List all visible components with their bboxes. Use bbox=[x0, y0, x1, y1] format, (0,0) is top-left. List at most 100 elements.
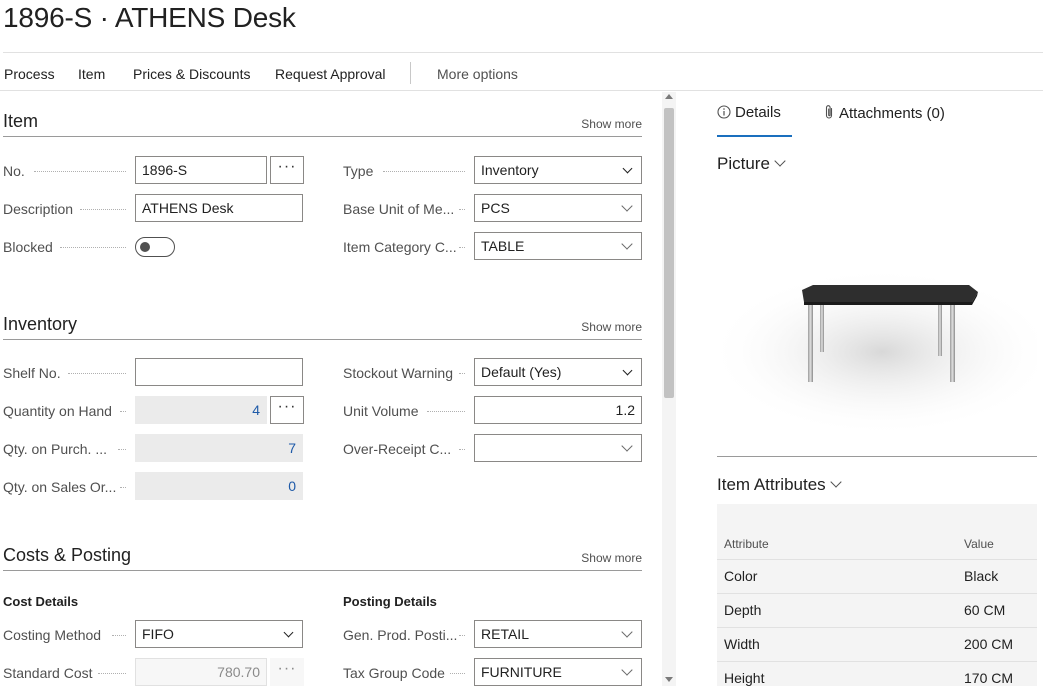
leader-dots bbox=[118, 449, 126, 450]
leader-dots bbox=[68, 373, 126, 374]
item-category-select[interactable]: TABLE bbox=[474, 232, 642, 260]
info-icon bbox=[717, 105, 731, 123]
field-label-stockout-warning: Stockout Warning bbox=[343, 365, 453, 381]
picture-factbox-title[interactable]: Picture bbox=[717, 154, 786, 174]
section-costs-header: Costs & Posting Show more bbox=[3, 545, 642, 571]
table-row[interactable]: Width 200 CM bbox=[717, 628, 1037, 662]
shelf-no-field[interactable] bbox=[135, 358, 303, 386]
section-costs-show-more[interactable]: Show more bbox=[581, 551, 642, 565]
description-field[interactable]: ATHENS Desk bbox=[135, 194, 303, 222]
type-select[interactable]: Inventory bbox=[474, 156, 642, 184]
scroll-down-arrow-icon[interactable] bbox=[665, 677, 673, 682]
attribute-name: Color bbox=[724, 568, 758, 584]
field-label-unit-volume: Unit Volume bbox=[343, 403, 419, 419]
unit-volume-field[interactable]: 1.2 bbox=[474, 396, 642, 424]
column-header-attribute[interactable]: Attribute bbox=[724, 537, 769, 551]
leader-dots bbox=[459, 635, 465, 636]
stockout-warning-select[interactable]: Default (Yes) bbox=[474, 358, 642, 386]
action-prices-discounts[interactable]: Prices & Discounts bbox=[133, 66, 250, 82]
chevron-down-icon bbox=[774, 155, 786, 167]
qty-on-sales-field[interactable]: 0 bbox=[135, 472, 303, 500]
attribute-name: Width bbox=[724, 636, 760, 652]
item-attributes-table: Attribute Value Color Black Depth 60 CM … bbox=[717, 504, 1037, 686]
tab-attachments-label: Attachments (0) bbox=[839, 105, 945, 122]
section-item-show-more[interactable]: Show more bbox=[581, 117, 642, 131]
field-label-qty-on-sales: Qty. on Sales Or... bbox=[3, 479, 117, 495]
item-attributes-title-text: Item Attributes bbox=[717, 475, 826, 494]
action-process[interactable]: Process bbox=[4, 66, 55, 82]
tab-active-indicator bbox=[717, 135, 792, 137]
tab-attachments[interactable]: Attachments (0) bbox=[823, 104, 945, 124]
scroll-up-arrow-icon[interactable] bbox=[665, 94, 673, 99]
action-more-options[interactable]: More options bbox=[437, 66, 518, 82]
tab-details[interactable]: Details bbox=[717, 104, 781, 123]
qty-on-hand-lookup-button[interactable]: ··· bbox=[270, 396, 304, 424]
no-lookup-button[interactable]: ··· bbox=[270, 156, 304, 184]
field-label-over-receipt: Over-Receipt C... bbox=[343, 441, 452, 457]
costing-method-select[interactable]: FIFO bbox=[135, 620, 303, 648]
action-item[interactable]: Item bbox=[78, 66, 105, 82]
field-label-blocked: Blocked bbox=[3, 239, 53, 255]
attribute-name: Depth bbox=[724, 602, 762, 618]
table-header-row: Attribute Value bbox=[717, 504, 1037, 560]
section-inventory-show-more[interactable]: Show more bbox=[581, 320, 642, 334]
leader-dots bbox=[427, 411, 465, 412]
attribute-value: 200 CM bbox=[964, 636, 1014, 652]
qty-on-hand-field[interactable]: 4 bbox=[135, 396, 267, 424]
item-card-content: Item Show more No. 1896-S ··· Descriptio… bbox=[0, 92, 662, 686]
leader-dots bbox=[450, 673, 465, 674]
standard-cost-field[interactable]: 780.70 bbox=[135, 658, 267, 686]
item-picture[interactable] bbox=[707, 192, 1043, 442]
item-attributes-title[interactable]: Item Attributes bbox=[717, 475, 842, 495]
blocked-toggle[interactable] bbox=[135, 237, 175, 257]
tab-details-label: Details bbox=[735, 104, 781, 121]
base-unit-select[interactable]: PCS bbox=[474, 194, 642, 222]
section-item-title: Item bbox=[3, 111, 39, 131]
field-label-standard-cost: Standard Cost bbox=[3, 665, 93, 681]
qty-on-purch-field[interactable]: 7 bbox=[135, 434, 303, 462]
leader-dots bbox=[98, 673, 126, 674]
leader-dots bbox=[383, 171, 465, 172]
column-header-value[interactable]: Value bbox=[964, 537, 994, 551]
leader-dots bbox=[459, 373, 465, 374]
gen-prod-posting-select[interactable]: RETAIL bbox=[474, 620, 642, 648]
standard-cost-lookup-button[interactable]: ··· bbox=[270, 658, 304, 686]
action-separator bbox=[410, 62, 411, 84]
field-label-tax-group: Tax Group Code bbox=[343, 665, 445, 681]
no-field[interactable]: 1896-S bbox=[135, 156, 267, 184]
page-title: 1896-S · ATHENS Desk bbox=[3, 2, 296, 33]
attribute-name: Height bbox=[724, 670, 765, 686]
scroll-thumb[interactable] bbox=[664, 108, 674, 398]
field-label-no: No. bbox=[3, 163, 25, 179]
attribute-value: 60 CM bbox=[964, 602, 1006, 618]
over-receipt-select[interactable] bbox=[474, 434, 642, 462]
tax-group-select[interactable]: FURNITURE bbox=[474, 658, 642, 686]
action-request-approval[interactable]: Request Approval bbox=[275, 66, 386, 82]
desk-image bbox=[707, 192, 1043, 442]
content-scrollbar[interactable] bbox=[662, 92, 676, 686]
leader-dots bbox=[34, 171, 126, 172]
section-costs-title: Costs & Posting bbox=[3, 545, 132, 565]
field-label-shelf-no: Shelf No. bbox=[3, 365, 61, 381]
field-label-qty-on-hand: Quantity on Hand bbox=[3, 403, 112, 419]
leader-dots bbox=[80, 209, 126, 210]
factbox-divider bbox=[717, 456, 1037, 457]
leader-dots bbox=[120, 411, 126, 412]
paperclip-icon bbox=[823, 104, 835, 124]
table-row[interactable]: Color Black bbox=[717, 560, 1037, 594]
factbox-pane: Details Attachments (0) Picture Item Att… bbox=[677, 92, 1043, 686]
leader-dots bbox=[459, 209, 465, 210]
section-inventory-header: Inventory Show more bbox=[3, 314, 642, 340]
section-item-header: Item Show more bbox=[3, 111, 642, 137]
leader-dots bbox=[120, 487, 126, 488]
field-label-item-category: Item Category C... bbox=[343, 239, 457, 255]
table-row[interactable]: Depth 60 CM bbox=[717, 594, 1037, 628]
action-bar: Process Item Prices & Discounts Request … bbox=[0, 53, 1043, 91]
field-label-description: Description bbox=[3, 201, 74, 217]
attribute-value: 170 CM bbox=[964, 670, 1014, 686]
picture-title-text: Picture bbox=[717, 154, 770, 173]
table-row[interactable]: Height 170 CM bbox=[717, 662, 1037, 686]
leader-dots bbox=[112, 635, 126, 636]
attribute-value: Black bbox=[964, 568, 999, 584]
leader-dots bbox=[459, 449, 465, 450]
